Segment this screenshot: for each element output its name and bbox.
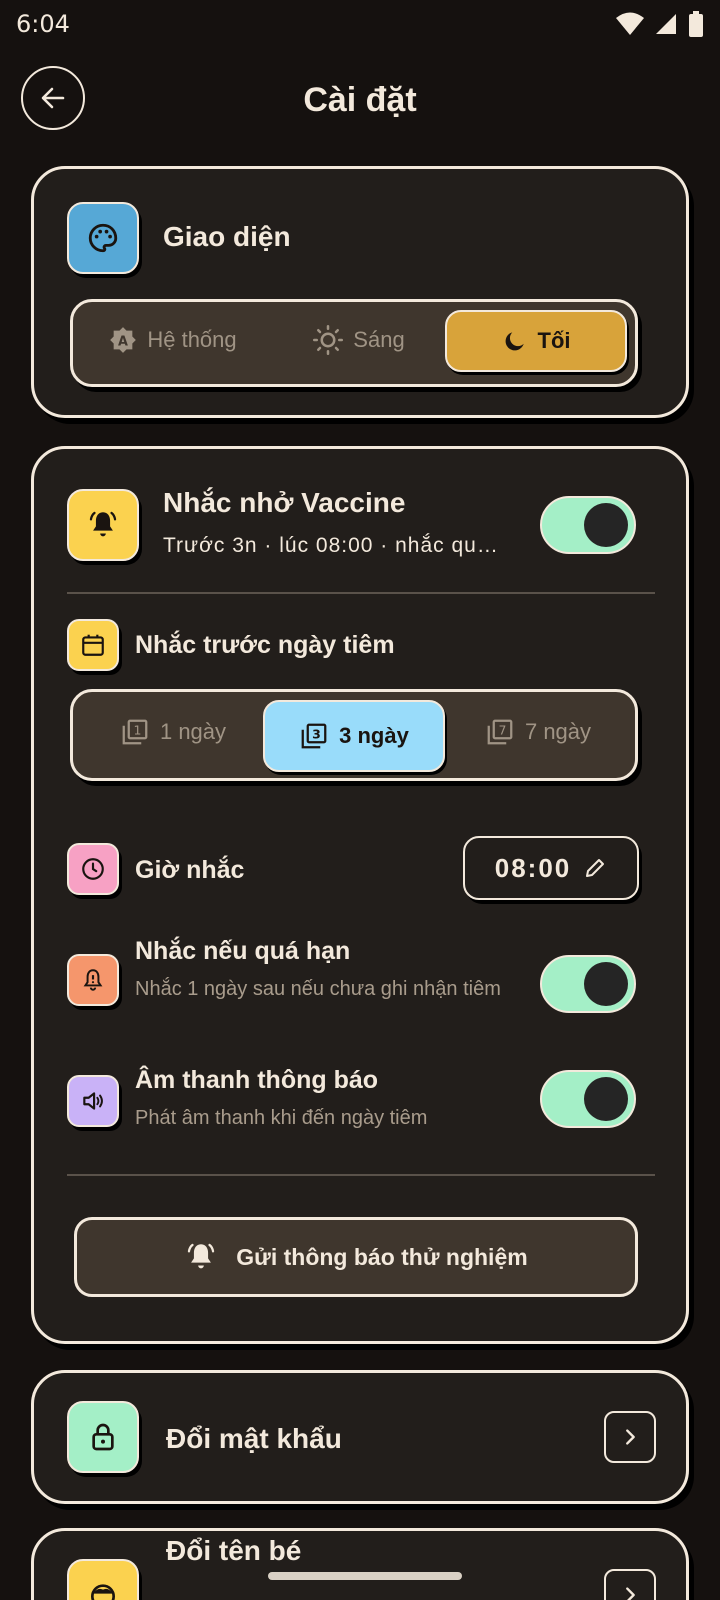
filter-1-icon: 1 xyxy=(122,719,148,745)
face-icon xyxy=(91,1584,115,1600)
header: Cài đặt xyxy=(0,62,720,138)
clock-icon-tile xyxy=(67,843,119,895)
reminder-toggle[interactable] xyxy=(540,496,636,554)
day-option-7-label: 7 ngày xyxy=(524,719,592,744)
arrow-left-icon xyxy=(41,87,65,109)
divider xyxy=(67,592,655,594)
overdue-toggle[interactable] xyxy=(540,955,636,1013)
appearance-card: Giao diện A Hệ thống Sáng Tối xyxy=(31,166,689,418)
appearance-icon-tile xyxy=(67,202,139,274)
sun-icon xyxy=(313,325,344,355)
before-day-segmented-control: 1 1 ngày 3 3 ngày 7 7 ngày xyxy=(70,689,638,781)
filter-7-icon: 7 xyxy=(487,719,513,745)
calendar-icon xyxy=(82,634,104,656)
back-button[interactable] xyxy=(21,66,85,130)
day-option-7[interactable]: 7 7 ngày xyxy=(445,700,631,764)
sound-subtitle: Phát âm thanh khi đến ngày tiêm xyxy=(135,1107,428,1129)
send-test-notification-button[interactable]: Gửi thông báo thử nghiệm xyxy=(74,1217,638,1297)
overdue-title: Nhắc nếu quá hạn xyxy=(135,937,351,965)
theme-segmented-control: A Hệ thống Sáng Tối xyxy=(70,299,638,387)
calendar-icon-tile xyxy=(67,619,119,671)
status-time: 6:04 xyxy=(16,10,70,38)
rename-baby-title: Đổi tên bé xyxy=(166,1535,302,1566)
status-icons xyxy=(616,11,704,37)
sound-icon-tile xyxy=(67,1075,119,1127)
theme-option-light-label: Sáng xyxy=(353,327,405,352)
pencil-icon xyxy=(586,859,605,877)
time-value: 08:00 xyxy=(494,852,572,883)
battery-icon xyxy=(689,11,703,37)
sound-toggle[interactable] xyxy=(540,1070,636,1128)
svg-text:7: 7 xyxy=(498,723,506,738)
reminder-icon-tile xyxy=(67,489,139,561)
home-indicator[interactable] xyxy=(268,1572,462,1580)
sound-title: Âm thanh thông báo xyxy=(135,1066,379,1094)
theme-option-dark-label: Tối xyxy=(537,328,571,353)
change-password-card[interactable]: Đổi mật khẩu xyxy=(31,1370,689,1504)
day-option-1[interactable]: 1 1 ngày xyxy=(83,700,263,764)
wifi-icon xyxy=(616,12,644,35)
before-day-title: Nhắc trước ngày tiêm xyxy=(135,631,395,659)
speaker-icon xyxy=(83,1092,103,1110)
lock-icon-tile xyxy=(67,1401,139,1473)
status-bar: 6:04 xyxy=(0,0,720,48)
bell-ring-icon xyxy=(188,1243,215,1269)
svg-text:1: 1 xyxy=(133,723,141,738)
filter-3-icon: 3 xyxy=(301,723,327,749)
bell-ring-icon xyxy=(89,511,117,537)
appearance-title: Giao diện xyxy=(163,221,291,252)
change-password-title: Đổi mật khẩu xyxy=(166,1423,342,1454)
day-option-3[interactable]: 3 3 ngày xyxy=(263,700,445,772)
theme-option-light[interactable]: Sáng xyxy=(269,308,449,372)
reminder-summary: Trước 3n · lúc 08:00 · nhắc qu… xyxy=(163,534,499,557)
change-password-chevron[interactable] xyxy=(604,1411,656,1463)
overdue-toggle-knob xyxy=(584,962,628,1006)
page-title: Cài đặt xyxy=(303,80,417,119)
reminder-title: Nhắc nhở Vaccine xyxy=(163,487,406,518)
overdue-subtitle: Nhắc 1 ngày sau nếu chưa ghi nhận tiêm xyxy=(135,978,501,1000)
palette-icon xyxy=(88,223,118,253)
day-option-3-label: 3 ngày xyxy=(339,723,409,748)
theme-option-system[interactable]: A Hệ thống xyxy=(83,308,263,372)
rename-baby-card[interactable]: Đổi tên bé xyxy=(31,1528,689,1600)
rename-baby-chevron[interactable] xyxy=(604,1569,656,1600)
bell-alert-icon xyxy=(83,969,103,991)
clock-icon xyxy=(82,858,104,880)
sound-toggle-knob xyxy=(584,1077,628,1121)
lock-icon xyxy=(92,1423,114,1451)
send-test-notification-label: Gửi thông báo thử nghiệm xyxy=(236,1243,528,1270)
day-option-1-label: 1 ngày xyxy=(159,719,227,744)
svg-text:3: 3 xyxy=(312,727,321,742)
reminder-toggle-knob xyxy=(584,503,628,547)
time-picker-button[interactable]: 08:00 xyxy=(463,836,639,900)
svg-text:A: A xyxy=(118,334,128,349)
chevron-right-icon xyxy=(626,1429,635,1445)
chevron-right-icon xyxy=(626,1587,635,1600)
theme-option-dark[interactable]: Tối xyxy=(445,310,627,372)
baby-icon-tile xyxy=(67,1559,139,1600)
moon-icon xyxy=(505,332,524,351)
theme-option-system-label: Hệ thống xyxy=(147,327,237,352)
reminder-card: Nhắc nhở Vaccine Trước 3n · lúc 08:00 · … xyxy=(31,446,689,1344)
time-label: Giờ nhắc xyxy=(135,856,245,884)
signal-icon xyxy=(656,14,676,34)
auto-theme-icon: A xyxy=(110,327,137,353)
overdue-icon-tile xyxy=(67,954,119,1006)
divider xyxy=(67,1174,655,1176)
